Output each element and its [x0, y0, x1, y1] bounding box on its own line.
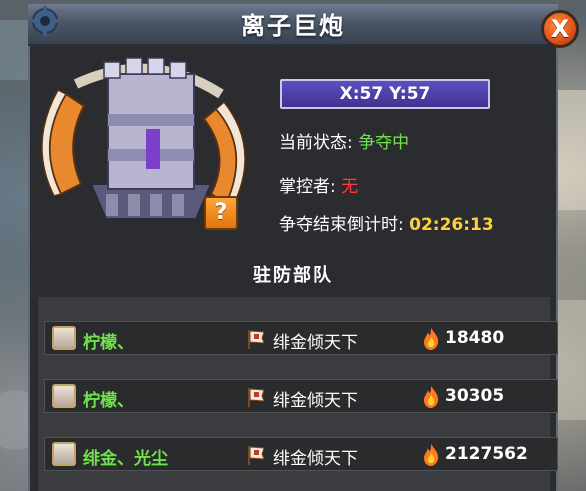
power-fire-icon: [424, 386, 439, 408]
close-icon: X: [550, 15, 570, 43]
close-button[interactable]: X: [541, 10, 579, 48]
player-name: 绯金、光尘: [83, 449, 168, 469]
coordinates-display: X:57 Y:57: [280, 79, 490, 109]
help-button[interactable]: ?: [204, 196, 238, 230]
garrison-row[interactable]: 柠檬、 绯金倾天下 18480: [44, 321, 558, 355]
power-value: 2127562: [445, 444, 528, 464]
status-label: 当前状态:: [279, 133, 353, 153]
avatar: [52, 326, 76, 350]
avatar: [52, 384, 76, 408]
avatar: [52, 442, 76, 466]
owner-row: 掌控者: 无: [279, 172, 358, 197]
guild-flag-icon: [248, 330, 265, 349]
window-title: 离子巨炮: [241, 12, 345, 40]
guild-name: 绯金倾天下: [273, 391, 358, 411]
player-name: 柠檬、: [83, 391, 134, 411]
guild-name: 绯金倾天下: [273, 449, 358, 469]
status-value: 争夺中: [358, 133, 410, 153]
countdown-label: 争夺结束倒计时:: [279, 215, 404, 235]
garrison-row[interactable]: 柠檬、 绯金倾天下 30305: [44, 379, 558, 413]
player-name: 柠檬、: [83, 333, 134, 353]
garrison-row[interactable]: 绯金、光尘 绯金倾天下 2127562: [44, 437, 558, 471]
owner-label: 掌控者:: [279, 177, 336, 197]
garrison-title: 驻防部队: [253, 265, 333, 286]
countdown-row: 争夺结束倒计时: 02:26:13: [279, 210, 494, 235]
power-fire-icon: [424, 328, 439, 350]
guild-name: 绯金倾天下: [273, 333, 358, 353]
power-value: 30305: [445, 386, 505, 406]
guild-flag-icon: [248, 446, 265, 465]
power-value: 18480: [445, 328, 505, 348]
status-row: 当前状态: 争夺中: [279, 128, 409, 153]
owner-value: 无: [341, 177, 359, 197]
countdown-value: 02:26:13: [409, 215, 494, 235]
power-fire-icon: [424, 444, 439, 466]
guild-flag-icon: [248, 388, 265, 407]
